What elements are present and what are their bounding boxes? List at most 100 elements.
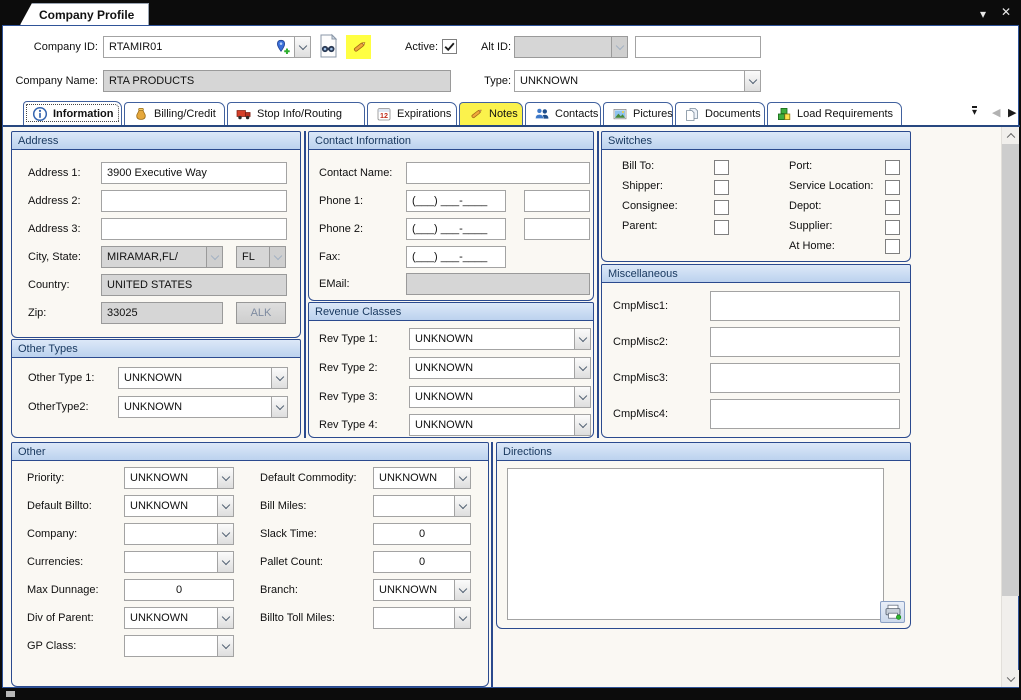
phone1-ext-field[interactable] xyxy=(524,190,590,212)
vertical-scrollbar[interactable] xyxy=(1001,127,1018,687)
rev-type4-select[interactable]: UNKNOWN xyxy=(409,414,591,436)
branch-select[interactable]: UNKNOWN xyxy=(373,579,471,601)
city-select: MIRAMAR,FL/ xyxy=(101,246,223,268)
country-field xyxy=(101,274,287,296)
parent-checkbox[interactable] xyxy=(714,220,729,235)
bill-to-checkbox[interactable] xyxy=(714,160,729,175)
shipper-checkbox[interactable] xyxy=(714,180,729,195)
cmpmisc4-field[interactable] xyxy=(710,399,900,429)
port-checkbox[interactable] xyxy=(885,160,900,175)
tab-documents[interactable]: Documents xyxy=(675,102,765,125)
consignee-checkbox[interactable] xyxy=(714,200,729,215)
bill-miles-select[interactable] xyxy=(373,495,471,517)
rev-type3-select[interactable]: UNKNOWN xyxy=(409,386,591,408)
resize-grip[interactable] xyxy=(6,691,15,697)
city-value: MIRAMAR,FL/ xyxy=(107,247,204,267)
tab-load-requirements[interactable]: Load Requirements xyxy=(767,102,902,125)
other-type1-select[interactable]: UNKNOWN xyxy=(118,367,288,389)
gp-class-select[interactable] xyxy=(124,635,234,657)
dropdown-button[interactable] xyxy=(454,496,470,516)
dropdown-button[interactable] xyxy=(574,329,590,349)
dropdown-button[interactable] xyxy=(271,368,287,388)
default-billto-select[interactable]: UNKNOWN xyxy=(124,495,234,517)
tab-billing-credit[interactable]: Billing/Credit xyxy=(124,102,225,125)
tab-stop-info-routing[interactable]: Stop Info/Routing xyxy=(227,102,365,125)
div-of-parent-select[interactable]: UNKNOWN xyxy=(124,607,234,629)
currencies-select[interactable] xyxy=(124,551,234,573)
tab-label: Stop Info/Routing xyxy=(257,108,342,120)
window-menu-icon[interactable]: ▾ xyxy=(980,6,986,22)
column-splitter[interactable] xyxy=(304,131,306,438)
billto-toll-miles-select[interactable] xyxy=(373,607,471,629)
print-directions-button[interactable] xyxy=(880,601,905,623)
scrollbar-thumb[interactable] xyxy=(1002,144,1019,596)
dropdown-button[interactable] xyxy=(294,37,310,57)
active-checkbox[interactable] xyxy=(442,39,457,54)
dropdown-button[interactable] xyxy=(217,468,233,488)
tab-list-icon[interactable]: ▾ xyxy=(972,106,977,117)
dropdown-button[interactable] xyxy=(454,580,470,600)
address3-field[interactable] xyxy=(101,218,287,240)
dropdown-button[interactable] xyxy=(217,552,233,572)
dropdown-button[interactable] xyxy=(574,358,590,378)
rev-type1-select[interactable]: UNKNOWN xyxy=(409,328,591,350)
priority-select[interactable]: UNKNOWN xyxy=(124,467,234,489)
dropdown-button[interactable] xyxy=(217,496,233,516)
phone2-ext-field[interactable] xyxy=(524,218,590,240)
phone1-field[interactable] xyxy=(406,190,506,212)
default-commodity-select[interactable]: UNKNOWN xyxy=(373,467,471,489)
service-location-checkbox[interactable] xyxy=(885,180,900,195)
dropdown-button[interactable] xyxy=(454,468,470,488)
dropdown-button[interactable] xyxy=(574,415,590,435)
find-company-icon[interactable] xyxy=(315,33,341,59)
tab-expirations[interactable]: 12 Expirations xyxy=(367,102,457,125)
alt-id-extra-field[interactable] xyxy=(635,36,761,58)
chevron-down-icon xyxy=(221,613,229,621)
address2-field[interactable] xyxy=(101,190,287,212)
close-icon[interactable]: ✕ xyxy=(1001,4,1011,20)
default-commodity-label: Default Commodity: xyxy=(260,467,357,489)
at-home-checkbox[interactable] xyxy=(885,239,900,254)
max-dunnage-field[interactable] xyxy=(124,579,234,601)
cmpmisc1-field[interactable] xyxy=(710,291,900,321)
pallet-count-field[interactable] xyxy=(373,551,471,573)
map-pin-add-icon[interactable] xyxy=(274,39,291,56)
dropdown-button[interactable] xyxy=(574,387,590,407)
dropdown-button[interactable] xyxy=(454,608,470,628)
cmpmisc2-field[interactable] xyxy=(710,327,900,357)
dropdown-button[interactable] xyxy=(217,524,233,544)
dropdown-button[interactable] xyxy=(217,608,233,628)
column-splitter[interactable] xyxy=(491,442,493,687)
other-type2-select[interactable]: UNKNOWN xyxy=(118,396,288,418)
company-select[interactable] xyxy=(124,523,234,545)
scroll-up-button[interactable] xyxy=(1002,127,1019,144)
notes-pencil-icon[interactable] xyxy=(346,35,371,59)
window-title-tab[interactable]: Company Profile xyxy=(20,3,149,25)
tab-scroll-right-icon[interactable]: ▶ xyxy=(1008,106,1016,120)
address1-field[interactable] xyxy=(101,162,287,184)
type-label: Type: xyxy=(458,70,511,92)
tab-scroll-left-icon[interactable]: ◀ xyxy=(992,106,1000,120)
type-select[interactable]: UNKNOWN xyxy=(514,70,761,92)
company-id-combo[interactable]: RTAMIR01 xyxy=(103,36,311,58)
column-splitter[interactable] xyxy=(597,131,599,438)
cmpmisc3-field[interactable] xyxy=(710,363,900,393)
rev-type2-select[interactable]: UNKNOWN xyxy=(409,357,591,379)
tab-notes[interactable]: Notes xyxy=(459,102,523,125)
fax-field[interactable] xyxy=(406,246,506,268)
scroll-down-button[interactable] xyxy=(1002,670,1019,687)
dropdown-button[interactable] xyxy=(744,71,760,91)
dropdown-button[interactable] xyxy=(217,636,233,656)
contact-name-field[interactable] xyxy=(406,162,590,184)
tab-pictures[interactable]: Pictures xyxy=(603,102,673,125)
phone2-field[interactable] xyxy=(406,218,506,240)
depot-checkbox[interactable] xyxy=(885,200,900,215)
supplier-checkbox[interactable] xyxy=(885,220,900,235)
directions-textarea[interactable] xyxy=(507,468,884,620)
dropdown-button[interactable] xyxy=(271,397,287,417)
alk-button[interactable]: ALK xyxy=(236,302,286,324)
chevron-down-icon xyxy=(615,42,623,50)
tab-contacts[interactable]: Contacts xyxy=(525,102,601,125)
tab-information[interactable]: Information xyxy=(23,101,122,125)
slack-time-field[interactable] xyxy=(373,523,471,545)
